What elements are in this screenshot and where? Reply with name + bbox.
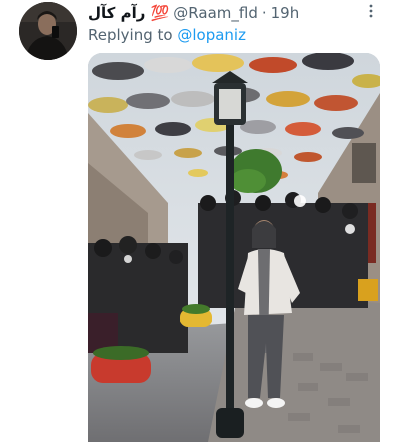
avatar[interactable] [19,2,77,60]
more-vertical-icon[interactable] [362,2,380,20]
display-name-text: رآم کآل [88,4,146,22]
tweet-time[interactable]: 19h [271,4,300,22]
display-name-emoji: 💯 [150,4,170,22]
more-vertical-icon-glyph [369,4,373,18]
replying-to: Replying to @lopaniz [88,26,246,44]
tweet-header: رآم کآل 💯 @Raam_fld · 19h [88,3,378,23]
crowd-left [88,236,188,353]
photo-scene [88,53,380,442]
replying-prefix: Replying to [88,26,173,44]
replying-handle[interactable]: @lopaniz [177,26,246,44]
avatar-photo [19,2,77,60]
tweet-photo[interactable] [88,53,380,442]
separator-dot: · [261,4,267,22]
user-handle[interactable]: @Raam_fld [173,4,258,22]
display-name[interactable]: رآم کآل 💯 [88,4,169,22]
